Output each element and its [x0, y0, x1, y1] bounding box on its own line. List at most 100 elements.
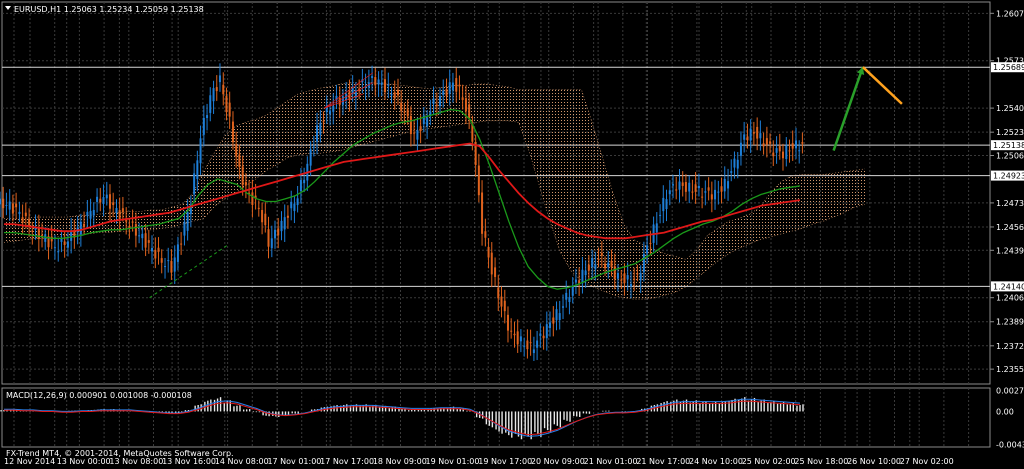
- candle-body: [500, 296, 503, 307]
- candle-body: [173, 257, 176, 272]
- candle-body: [286, 215, 289, 218]
- candle-body: [296, 198, 299, 206]
- candle-body: [629, 283, 632, 287]
- candle-body: [18, 211, 21, 214]
- price-chart[interactable]: 12 Nov 2014 13 Nov 00:0013 Nov 08:0013 No…: [0, 0, 1024, 469]
- candle-body: [749, 128, 752, 141]
- candle-body: [435, 104, 438, 106]
- x-tick-label: 25 Nov 18:00: [794, 457, 848, 466]
- candle-body: [519, 336, 522, 342]
- candle-body: [613, 266, 616, 280]
- candle-body: [788, 150, 791, 152]
- x-tick-label: 21 Nov 17:00: [636, 457, 690, 466]
- candle-body: [552, 317, 555, 324]
- candle-body: [44, 234, 47, 242]
- candle-body: [419, 126, 422, 131]
- candle-body: [151, 248, 154, 252]
- candle-body: [60, 238, 63, 242]
- candle-body: [170, 260, 173, 273]
- candle-body: [697, 185, 700, 189]
- candle-body: [574, 279, 577, 283]
- candle-body: [244, 181, 247, 186]
- candle-body: [316, 125, 319, 142]
- candle-body: [2, 198, 5, 209]
- candle-body: [795, 140, 797, 149]
- candle-body: [642, 253, 645, 273]
- candle-body: [762, 143, 765, 147]
- candle-body: [739, 142, 742, 156]
- candle-body: [218, 75, 221, 83]
- candle-body: [264, 213, 267, 226]
- candle-body: [199, 138, 202, 164]
- candle-body: [383, 79, 386, 93]
- y-tick-label: 1.24060: [996, 294, 1024, 303]
- candle-body: [79, 221, 82, 235]
- candle-body: [785, 145, 788, 160]
- candle-body: [646, 245, 649, 254]
- candle-body: [448, 82, 451, 94]
- x-tick-label: 19 Nov 01:00: [426, 457, 480, 466]
- candle-body: [701, 196, 704, 198]
- candle-body: [752, 132, 755, 134]
- candle-body: [99, 198, 102, 203]
- candle-body: [733, 158, 736, 168]
- candle-body: [406, 109, 409, 117]
- candle-body: [222, 84, 225, 95]
- candle-body: [102, 197, 105, 204]
- candle-body: [536, 340, 539, 348]
- candle-body: [387, 84, 390, 86]
- candle-body: [455, 78, 458, 92]
- candle-body: [92, 209, 95, 216]
- x-tick-label: 17 Nov 01:00: [267, 457, 321, 466]
- macd-y-tick-label: -0.004397: [996, 441, 1024, 450]
- candle-body: [176, 244, 179, 262]
- candle-body: [584, 270, 587, 276]
- candle-body: [568, 297, 571, 303]
- candle-body: [616, 272, 619, 279]
- ichimoku-cloud: [4, 82, 865, 300]
- candle-body: [503, 300, 506, 312]
- candle-body: [299, 180, 302, 192]
- candle-body: [193, 173, 196, 195]
- candle-body: [639, 273, 642, 281]
- candle-body: [390, 94, 393, 96]
- candle-body: [160, 258, 163, 263]
- candle-body: [587, 264, 590, 271]
- candle-body: [432, 98, 435, 104]
- candle-body: [31, 230, 34, 232]
- y-tick-label: 1.25400: [996, 104, 1024, 113]
- candle-body: [526, 340, 529, 350]
- candle-body: [312, 146, 315, 148]
- candle-body: [186, 212, 189, 231]
- x-tick-label: 27 Nov 02:00: [900, 457, 954, 466]
- candle-body: [118, 210, 121, 220]
- x-tick-label: 24 Nov 10:00: [689, 457, 743, 466]
- candle-body: [164, 266, 167, 268]
- candle-body: [338, 97, 341, 105]
- candle-body: [290, 201, 293, 209]
- candle-body: [138, 235, 141, 237]
- candle-body: [70, 230, 73, 241]
- candle-body: [21, 217, 24, 223]
- candle-body: [442, 90, 445, 95]
- x-tick-label: 18 Nov 09:00: [373, 457, 427, 466]
- candle-body: [775, 148, 778, 153]
- candle-body: [665, 199, 668, 210]
- symbol-header: EURUSD,H1 1.25063 1.25234 1.25059 1.2513…: [14, 5, 204, 14]
- candle-body: [167, 260, 170, 262]
- candle-body: [293, 203, 296, 212]
- candle-body: [83, 223, 86, 227]
- candle-body: [53, 247, 56, 249]
- forecast-arrow-up: [832, 66, 865, 151]
- candle-body: [510, 330, 513, 332]
- x-tick-label: 14 Nov 08:00: [215, 457, 269, 466]
- candle-body: [115, 207, 118, 213]
- forecast-arrow-down: [862, 66, 903, 105]
- candle-body: [413, 132, 416, 134]
- candle-body: [529, 342, 532, 344]
- candle-body: [659, 214, 662, 216]
- candle-body: [649, 242, 652, 244]
- candle-body: [662, 197, 665, 212]
- symbol-dropdown-icon[interactable]: [5, 6, 11, 10]
- candle-body: [542, 335, 545, 339]
